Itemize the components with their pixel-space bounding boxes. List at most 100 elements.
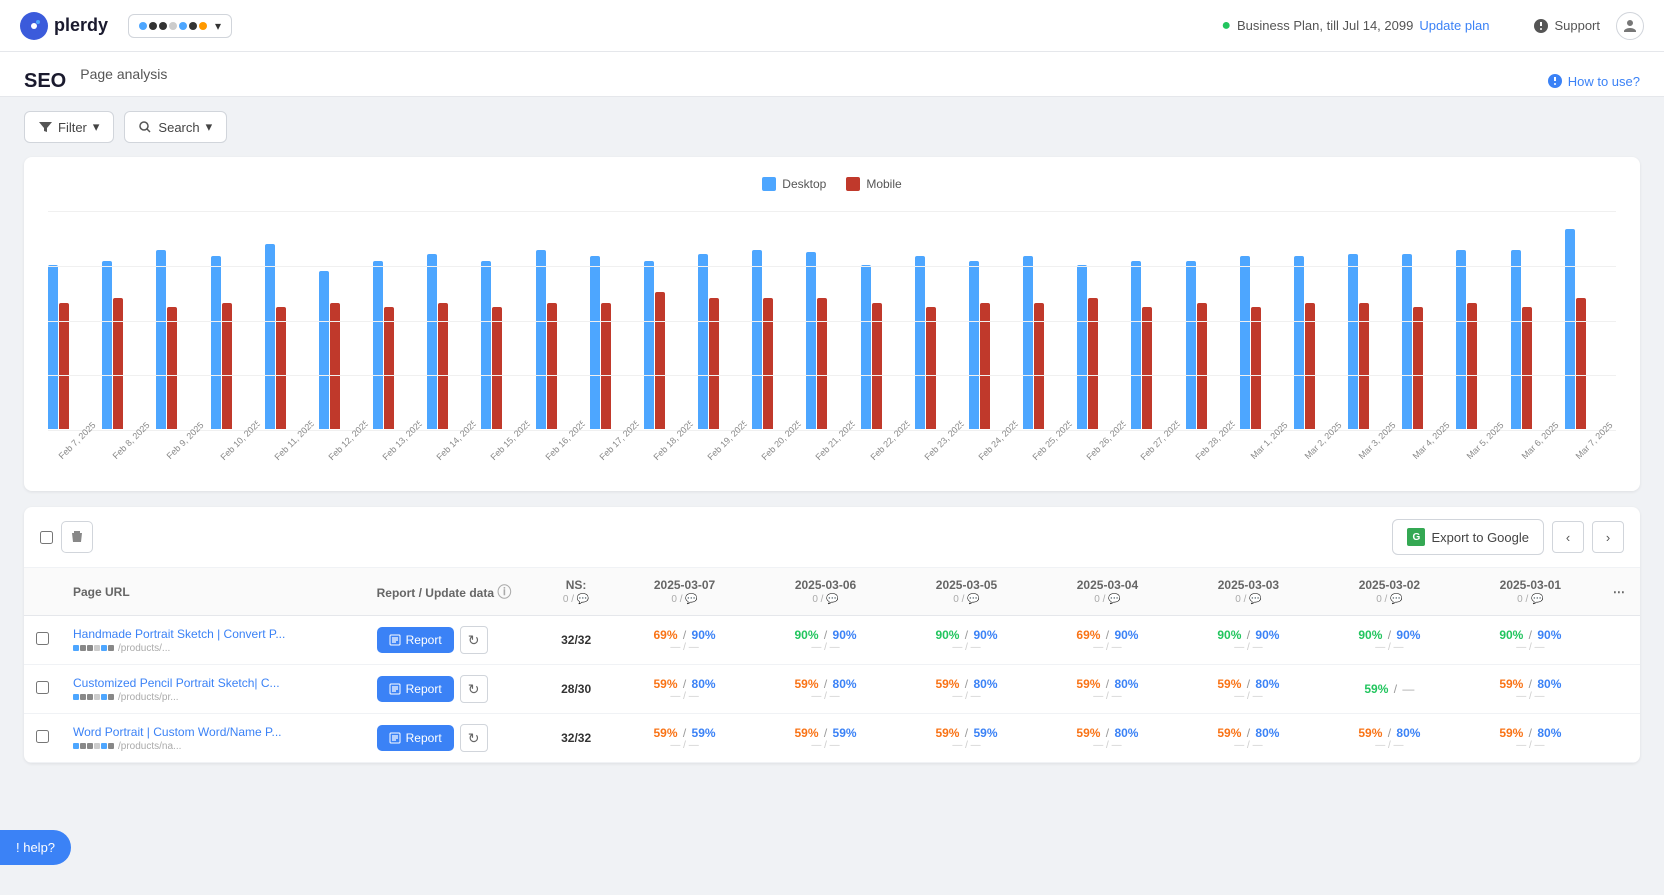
report-button[interactable]: Report	[377, 676, 454, 702]
ns-cell: 32/32	[538, 714, 614, 763]
page-header-left: SEO Page analysis	[24, 66, 167, 96]
bar-mobile	[1413, 307, 1423, 429]
bar-mobile	[1088, 298, 1098, 429]
search-button[interactable]: Search ▾	[124, 111, 227, 143]
url-sub: /products/pr...	[73, 692, 353, 703]
bar-group	[1186, 261, 1237, 429]
support-button[interactable]: Support	[1533, 18, 1600, 34]
url-path: /products/na...	[118, 741, 181, 752]
bar-group	[1402, 254, 1453, 429]
refresh-button[interactable]: ↻	[460, 675, 488, 703]
bar-desktop	[1131, 261, 1141, 429]
page-header: SEO Page analysis How to use?	[0, 52, 1664, 97]
bar-group	[915, 256, 966, 429]
tab-page-analysis[interactable]: Page analysis	[80, 66, 167, 96]
bar-group	[1511, 250, 1562, 429]
bar-group	[644, 261, 695, 429]
bar-desktop	[590, 256, 600, 429]
export-label: Export to Google	[1431, 530, 1529, 545]
bar-mobile	[817, 298, 827, 429]
bar-group	[481, 261, 532, 429]
more-cell	[1601, 714, 1640, 763]
bar-group	[1348, 254, 1399, 429]
th-ns: NS: 0 / 💬	[538, 568, 614, 616]
search-arrow: ▾	[206, 119, 213, 135]
export-google-button[interactable]: G Export to Google	[1392, 519, 1544, 555]
url-path: /products/pr...	[118, 692, 179, 703]
bar-mobile	[926, 307, 936, 429]
page-url-link[interactable]: Word Portrait | Custom Word/Name P...	[73, 725, 282, 739]
bar-desktop	[1511, 250, 1521, 429]
row-checkbox[interactable]	[36, 730, 49, 743]
bar-group	[1077, 265, 1128, 429]
bar-group	[1240, 256, 1291, 429]
plan-badge-arrow: ▾	[215, 19, 221, 33]
update-plan-link[interactable]: Update plan	[1419, 18, 1489, 33]
score-cell: 69% / 90%— / —	[1037, 616, 1178, 665]
plan-dots	[139, 22, 207, 30]
th-d2: 2025-03-06 0 / 💬	[755, 568, 896, 616]
logo[interactable]: plerdy	[20, 12, 108, 40]
table-toolbar-right: G Export to Google ‹ ›	[1392, 519, 1624, 555]
bar-desktop	[1456, 250, 1466, 429]
ns-cell: 28/30	[538, 665, 614, 714]
score-cell: 59% / 80%— / —	[1178, 714, 1319, 763]
bar-desktop	[427, 254, 437, 429]
how-to-use-label: How to use?	[1568, 74, 1640, 89]
delete-button[interactable]	[61, 521, 93, 553]
ns-cell: 32/32	[538, 616, 614, 665]
data-table: Page URL Report / Update data ⓘ NS: 0 / …	[24, 568, 1640, 763]
page-url-link[interactable]: Customized Pencil Portrait Sketch| C...	[73, 676, 280, 690]
refresh-button[interactable]: ↻	[460, 626, 488, 654]
bar-mobile	[492, 307, 502, 429]
bar-desktop	[806, 252, 816, 429]
score-cell: 69% / 90%— / —	[614, 616, 755, 665]
google-sheets-icon: G	[1407, 528, 1425, 546]
bar-group	[1294, 256, 1345, 429]
bar-mobile	[547, 303, 557, 429]
th-page-url: Page URL	[61, 568, 365, 616]
bar-group	[861, 265, 912, 429]
report-info-icon[interactable]: ⓘ	[497, 584, 511, 600]
bar-group	[752, 250, 803, 429]
report-button[interactable]: Report	[377, 627, 454, 653]
select-all-checkbox[interactable]	[40, 531, 53, 544]
filter-label: Filter	[58, 120, 87, 135]
plan-bullet: ●	[1221, 17, 1231, 35]
row-checkbox[interactable]	[36, 632, 49, 645]
score-cell: 90% / 90%— / —	[1319, 616, 1460, 665]
score-cell: 90% / 90%— / —	[896, 616, 1037, 665]
more-cell	[1601, 616, 1640, 665]
th-report: Report / Update data ⓘ	[365, 568, 539, 616]
bar-mobile	[1305, 303, 1315, 429]
bar-chart: Feb 7, 2025Feb 8, 2025Feb 9, 2025Feb 10,…	[48, 211, 1616, 461]
page-url-link[interactable]: Handmade Portrait Sketch | Convert P...	[73, 627, 285, 641]
prev-page-button[interactable]: ‹	[1552, 521, 1584, 553]
bar-mobile	[1522, 307, 1532, 429]
score-cell: 59% / 80%— / —	[1178, 665, 1319, 714]
row-checkbox[interactable]	[36, 681, 49, 694]
table-body: Handmade Portrait Sketch | Convert P... …	[24, 616, 1640, 763]
bar-desktop	[1077, 265, 1087, 429]
bar-mobile	[872, 303, 882, 429]
how-to-use-link[interactable]: How to use?	[1547, 73, 1640, 89]
report-button[interactable]: Report	[377, 725, 454, 751]
table-toolbar: G Export to Google ‹ ›	[24, 507, 1640, 568]
plan-badge-dropdown[interactable]: ▾	[128, 14, 232, 38]
refresh-button[interactable]: ↻	[460, 724, 488, 752]
help-button[interactable]: ! help?	[0, 830, 71, 865]
topnav: plerdy ▾ ● Business Plan, till Jul 14, 2…	[0, 0, 1664, 52]
user-icon[interactable]	[1616, 12, 1644, 40]
plan-info: ● Business Plan, till Jul 14, 2099 Updat…	[1221, 17, 1489, 35]
filter-arrow: ▾	[93, 119, 100, 135]
logo-text: plerdy	[54, 15, 108, 36]
bar-mobile	[167, 307, 177, 429]
chart-section: Desktop Mobile Feb 7, 2025Feb 8, 2025Feb…	[24, 157, 1640, 491]
report-cell: Report ↻	[365, 714, 539, 763]
x-labels: Feb 7, 2025Feb 8, 2025Feb 9, 2025Feb 10,…	[48, 437, 1616, 447]
bar-mobile	[384, 307, 394, 429]
next-page-button[interactable]: ›	[1592, 521, 1624, 553]
th-d7: 2025-03-01 0 / 💬	[1460, 568, 1601, 616]
filter-button[interactable]: Filter ▾	[24, 111, 114, 143]
table-row: Customized Pencil Portrait Sketch| C... …	[24, 665, 1640, 714]
